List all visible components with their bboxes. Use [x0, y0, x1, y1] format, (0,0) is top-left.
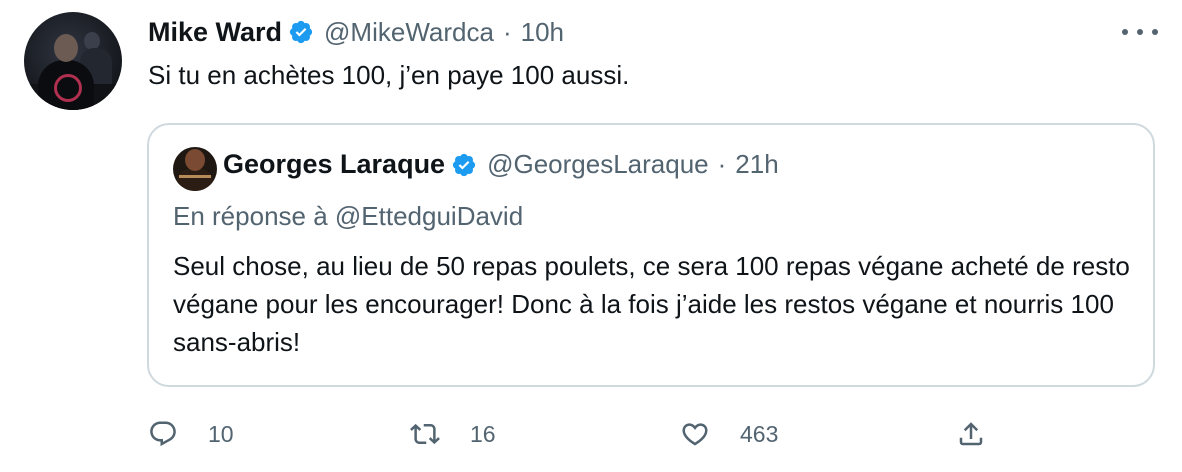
reply-context: En réponse à @EttedguiDavid	[173, 201, 523, 232]
reply-button[interactable]: 10	[148, 414, 234, 454]
reply-icon	[150, 421, 176, 447]
retweet-icon	[410, 423, 440, 445]
author-handle[interactable]: @MikeWardca	[324, 17, 494, 48]
tweet-text: Si tu en achètes 100, j’en paye 100 auss…	[148, 60, 630, 90]
like-button[interactable]: 463	[680, 414, 778, 454]
quoted-author-handle[interactable]: @GeorgesLaraque	[487, 149, 709, 180]
like-count: 463	[740, 420, 779, 447]
quoted-tweet-header: Georges Laraque @GeorgesLaraque · 21h	[223, 149, 779, 180]
share-button[interactable]	[956, 414, 986, 454]
reply-prefix: En réponse à	[173, 201, 335, 231]
quoted-author-name[interactable]: Georges Laraque	[223, 149, 445, 180]
verified-badge-icon	[289, 20, 313, 44]
retweet-count: 16	[470, 420, 496, 447]
author-avatar[interactable]	[24, 12, 122, 110]
tweet-actions-bar: 10 16 463	[148, 414, 998, 454]
quoted-tweet-card[interactable]: Georges Laraque @GeorgesLaraque · 21h En…	[147, 123, 1155, 387]
quoted-author-avatar[interactable]	[173, 147, 217, 191]
retweet-button[interactable]: 16	[410, 414, 496, 454]
quoted-tweet-timestamp[interactable]: 21h	[735, 149, 778, 180]
author-name[interactable]: Mike Ward	[148, 17, 282, 48]
heart-icon	[682, 423, 708, 446]
tweet-timestamp[interactable]: 10h	[521, 17, 564, 48]
quoted-tweet-text: Seul chose, au lieu de 50 repas poulets,…	[173, 251, 1130, 357]
more-options-icon[interactable]	[1122, 20, 1158, 44]
separator-dot: ·	[502, 16, 512, 47]
share-icon	[959, 422, 983, 446]
reply-mention-link[interactable]: @EttedguiDavid	[335, 201, 523, 231]
verified-badge-icon	[452, 153, 476, 176]
reply-count: 10	[208, 420, 234, 447]
separator-dot: ·	[717, 149, 727, 179]
tweet-header: Mike Ward @MikeWardca · 10h	[148, 14, 564, 50]
